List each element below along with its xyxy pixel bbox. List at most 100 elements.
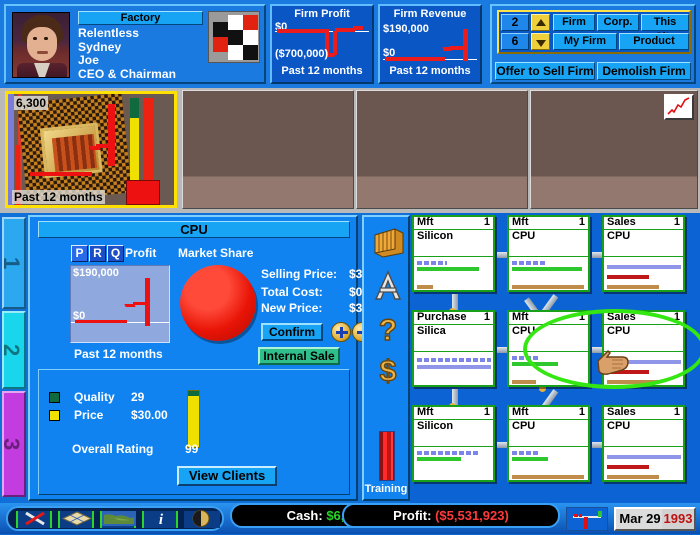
money-icon[interactable]: $ — [371, 353, 405, 388]
firm-profit-graph: $0 ($700,000) — [275, 21, 369, 65]
tile-product: CPU — [607, 420, 631, 432]
this-city-button[interactable]: This City — [641, 14, 689, 43]
confirm-button[interactable]: Confirm — [261, 323, 323, 341]
price-swatch — [49, 410, 60, 421]
plus-icon[interactable] — [331, 322, 351, 342]
ceo-role: CEO & Chairman — [78, 66, 177, 81]
tile-product: CPU — [512, 420, 536, 432]
tile-type: Sales — [607, 216, 636, 228]
tile-product: CPU — [607, 230, 631, 242]
tile-type: Sales — [607, 406, 636, 418]
profit-label: Profit — [125, 246, 157, 260]
new-price-label: New Price: — [261, 301, 323, 315]
advertising-icon[interactable] — [371, 269, 405, 303]
tile-type: Mft — [512, 311, 529, 323]
firm-revenue-graph: $190,000 $0 — [383, 21, 477, 65]
quality-value: 29 — [131, 390, 145, 404]
quality-price-bar — [187, 390, 200, 448]
tile-count: 1 — [578, 216, 585, 228]
rating-box: Quality 29 Price $30.00 Overall Rating 9… — [38, 369, 350, 495]
quality-swatch — [49, 392, 60, 403]
market-share-pie[interactable] — [180, 265, 256, 341]
firm-profit-title: Firm Profit — [294, 8, 350, 20]
sidebar-tab-1[interactable]: 1 — [0, 217, 26, 309]
total-cost-row: Total Cost: $0.01 — [261, 285, 379, 299]
mini-chart-icon[interactable] — [566, 507, 608, 531]
total-cost-label: Total Cost: — [261, 285, 323, 299]
cpu-unit-panel: CPU P R Q Profit $190,000 $0 Past 12 mon… — [28, 215, 386, 501]
offer-to-sell-firm-button[interactable]: Offer to Sell Firm — [495, 62, 595, 80]
prq-button-q[interactable]: Q — [107, 245, 124, 262]
selling-price-label: Selling Price: — [261, 267, 338, 281]
up-arrow-button[interactable] — [531, 14, 550, 31]
tile-type: Purchase — [417, 311, 467, 323]
firm-revenue-footer: Past 12 months — [389, 65, 471, 77]
my-firm-button[interactable]: My Firm — [553, 33, 617, 50]
bottom-button-group: i — [6, 506, 224, 531]
cpu-panel-header: CPU — [38, 221, 350, 238]
line-chart-icon[interactable] — [664, 94, 694, 120]
down-arrow-button[interactable] — [531, 33, 550, 50]
factory-tile[interactable]: Mft 1 Silicon — [412, 215, 495, 292]
map-grid-icon[interactable] — [58, 511, 94, 528]
tile-product: Silicon — [417, 230, 454, 242]
date-value: Mar 29 — [619, 511, 661, 526]
firm-profit-panel[interactable]: Firm Profit $0 ($700,000) Past 12 months — [270, 4, 374, 84]
profit-display: Profit: ($5,531,923) — [342, 503, 560, 528]
tile-type: Mft — [417, 216, 434, 228]
corp-button[interactable]: Corp. — [597, 14, 639, 31]
training-meter[interactable] — [379, 431, 395, 481]
firm-button[interactable]: Firm — [553, 14, 595, 31]
factory-tile[interactable]: Sales 1 CPU — [602, 405, 685, 482]
internal-sale-button[interactable]: Internal Sale — [258, 347, 340, 365]
svg-text:$: $ — [380, 355, 397, 387]
factory-tile[interactable]: Mft 1 Silicon — [412, 405, 495, 482]
firm-profit-footer: Past 12 months — [281, 65, 363, 77]
top-toolbar: Factory Relentless Sydney Joe CEO & Chai… — [0, 0, 700, 88]
svg-text:?: ? — [379, 314, 397, 347]
market-share-label: Market Share — [178, 246, 254, 260]
books-icon[interactable] — [371, 225, 405, 259]
product-thumbnail-panel[interactable]: 6,300 Past 12 months — [5, 91, 177, 208]
profit-graph-footer: Past 12 months — [74, 347, 163, 361]
factory-title-banner[interactable]: Factory — [78, 11, 203, 25]
tools-icon[interactable] — [16, 511, 52, 528]
company-name: Relentless — [78, 26, 140, 40]
factory-tile[interactable]: Sales 1 CPU — [602, 215, 685, 292]
factory-tile[interactable]: Mft 1 CPU — [507, 405, 590, 482]
product-button[interactable]: Product — [619, 33, 689, 50]
firm-revenue-panel[interactable]: Firm Revenue $190,000 $0 Past 12 months — [378, 4, 482, 84]
tile-count: 1 — [673, 406, 680, 418]
floor-slot-empty-2[interactable] — [356, 90, 528, 209]
price-label: Price — [74, 408, 104, 422]
demolish-firm-button[interactable]: Demolish Firm — [597, 62, 691, 80]
floor-number-top: 2 — [501, 14, 529, 31]
floor-number-bottom: 6 — [501, 33, 529, 50]
thumbnail-value: 6,300 — [14, 96, 49, 110]
tile-type: Mft — [512, 406, 529, 418]
prq-button-r[interactable]: R — [89, 245, 106, 262]
info-icon[interactable]: i — [142, 511, 178, 528]
building-floors-row: 6,300 Past 12 months — [0, 88, 700, 213]
prq-button-p[interactable]: P — [71, 245, 88, 262]
tile-product: Silica — [417, 325, 446, 337]
firm-revenue-top-label: $190,000 — [383, 23, 429, 35]
thumbnail-footer: Past 12 months — [12, 190, 105, 204]
world-map-icon[interactable] — [100, 511, 136, 528]
factory-tile[interactable]: Mft 1 CPU — [507, 215, 590, 292]
date-display: Mar 29 1993 — [614, 507, 696, 531]
tile-type: Mft — [417, 406, 434, 418]
sidebar-tab-2[interactable]: 2 — [0, 311, 26, 389]
overall-rating-value: 99 — [185, 442, 199, 456]
overall-rating-label: Overall Rating — [72, 442, 154, 456]
floor-slot-empty-1[interactable] — [182, 90, 354, 209]
svg-text:i: i — [159, 512, 164, 526]
view-clients-button[interactable]: View Clients — [177, 466, 277, 486]
new-price-row: New Price: $30.00 — [261, 301, 386, 315]
quality-label: Quality — [74, 390, 115, 404]
sidebar-tab-3[interactable]: 3 — [0, 391, 26, 497]
help-icon[interactable]: ? — [371, 313, 405, 347]
clock-icon[interactable] — [184, 510, 220, 528]
factory-tile[interactable]: Purchase 1 Silica — [412, 310, 495, 387]
ceo-portrait — [12, 12, 70, 78]
